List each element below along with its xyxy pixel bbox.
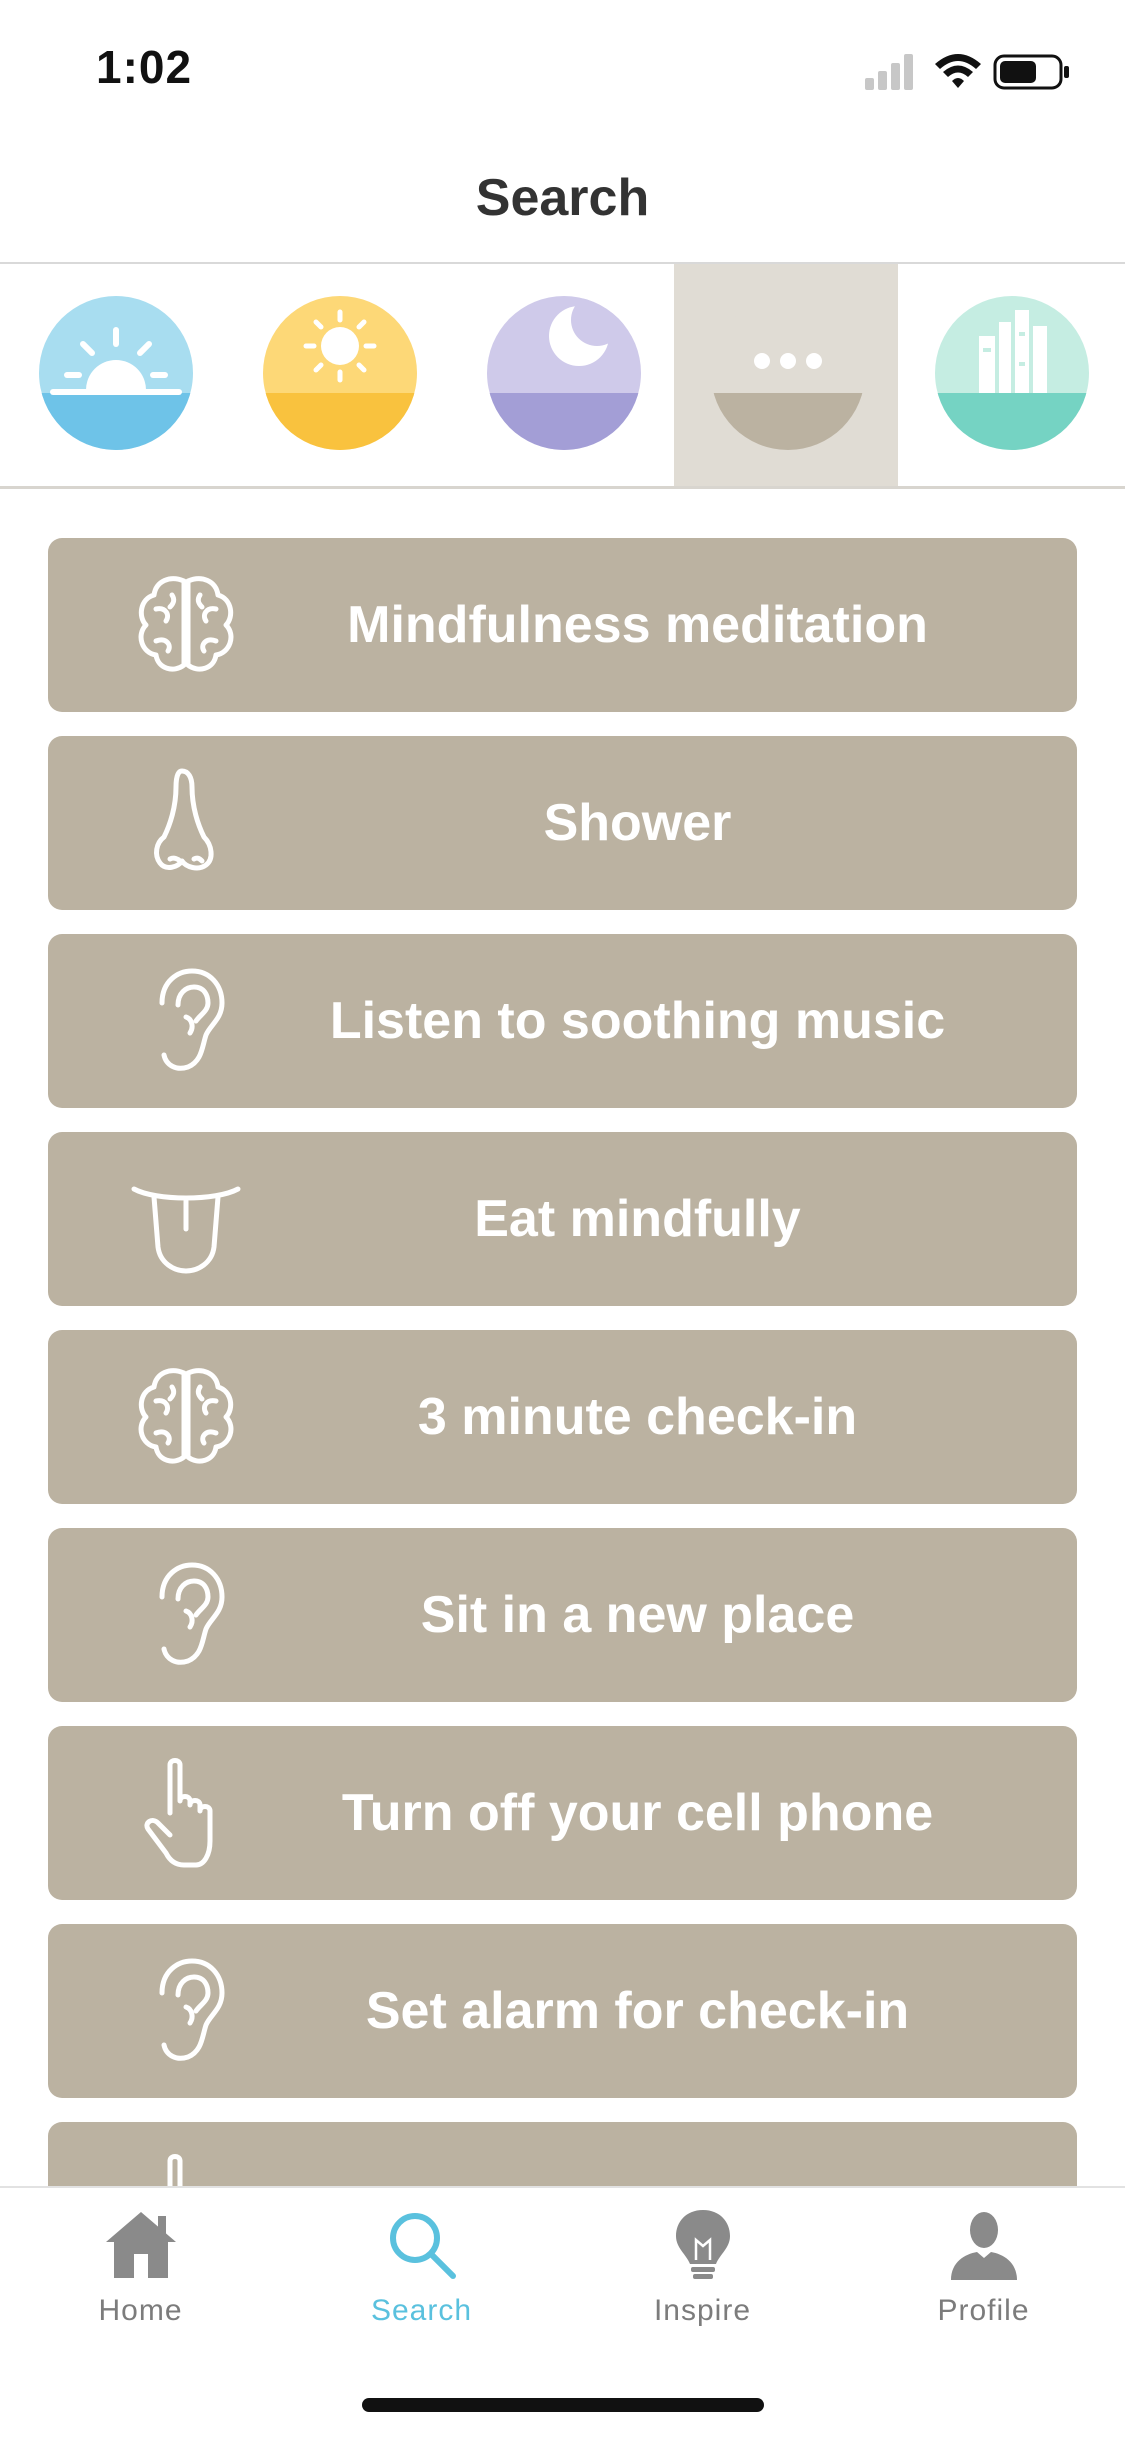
list-item[interactable]: Eat mindfully (48, 1132, 1077, 1306)
tab-search[interactable]: Search (281, 2188, 562, 2348)
list-item-label: Sit in a new place (420, 1586, 855, 1644)
list-item-label (198, 2122, 1077, 2186)
page-title: Search (475, 169, 650, 227)
tab-label: Profile (937, 2294, 1030, 2327)
tab-inspire[interactable]: Inspire (562, 2188, 843, 2348)
wifi-icon (935, 54, 981, 88)
list-item-label: Turn off your cell phone (341, 1784, 934, 1842)
more-icon (711, 296, 865, 450)
list-item[interactable]: 3 minute check-in (48, 1330, 1077, 1504)
list-item-label: Mindfulness meditation (347, 596, 928, 654)
status-bar: 1:02 (0, 0, 1125, 132)
list-item[interactable]: Sit in a new place (48, 1528, 1077, 1702)
list-item[interactable]: Turn off your cell phone (48, 1726, 1077, 1900)
tab-home[interactable]: Home (0, 2188, 281, 2348)
category-filter-strip (0, 264, 1125, 489)
category-other[interactable] (674, 264, 898, 486)
tab-label: Home (98, 2294, 183, 2327)
status-icons (865, 48, 1085, 94)
list-item[interactable]: Shower (48, 736, 1077, 910)
lightbulb-icon (676, 2210, 730, 2279)
list-item-label: Eat mindfully (474, 1190, 801, 1248)
category-morning[interactable] (2, 264, 226, 486)
navigation-bar: Search (0, 132, 1125, 264)
tab-profile[interactable]: Profile (843, 2188, 1124, 2348)
category-learn[interactable] (898, 264, 1122, 486)
home-indicator (362, 2398, 764, 2412)
sun-icon (263, 296, 417, 450)
books-icon (935, 296, 1089, 450)
list-item[interactable]: Set alarm for check-in (48, 1924, 1077, 2098)
activity-list: Mindfulness meditation Shower Listen to … (0, 486, 1125, 2186)
tab-label: Search (370, 2294, 473, 2327)
list-item[interactable] (48, 2122, 1077, 2186)
search-icon (390, 2213, 456, 2279)
list-item-label: Set alarm for check-in (365, 1982, 910, 2040)
category-night[interactable] (450, 264, 674, 486)
list-item[interactable]: Listen to soothing music (48, 934, 1077, 1108)
list-item-label: Shower (543, 794, 732, 852)
category-day[interactable] (226, 264, 450, 486)
tab-label: Inspire (653, 2294, 752, 2327)
list-item-label: 3 minute check-in (417, 1388, 858, 1446)
list-item-label: Listen to soothing music (329, 992, 946, 1050)
list-item[interactable]: Mindfulness meditation (48, 538, 1077, 712)
sunrise-icon (39, 296, 193, 450)
cellular-signal-icon (865, 54, 913, 90)
battery-icon (993, 54, 1069, 90)
moon-icon (487, 296, 641, 450)
status-time: 1:02 (96, 41, 193, 93)
home-icon (106, 2212, 176, 2278)
profile-icon (951, 2212, 1017, 2280)
